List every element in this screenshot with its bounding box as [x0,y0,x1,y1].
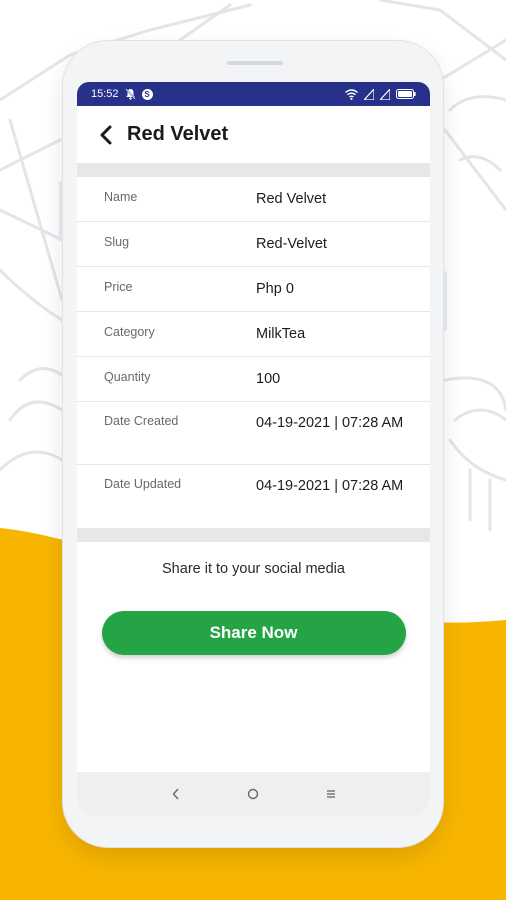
detail-row-category: Category MilkTea [77,312,430,357]
detail-label: Date Created [104,414,179,428]
detail-row-quantity: Quantity 100 [77,357,430,402]
detail-value: 04-19-2021 | 07:28 AM [256,478,404,494]
battery-icon [396,89,416,99]
mute-notification-icon [124,88,136,100]
detail-value: Php 0 [256,280,294,297]
app-header: Red Velvet [77,106,430,163]
detail-value: Red Velvet [256,190,327,207]
detail-label: Price [104,280,133,294]
detail-value: Red-Velvet [256,235,327,252]
phone-speaker [227,61,283,65]
detail-label: Category [104,325,155,339]
status-right [345,88,416,100]
detail-value: MilkTea [256,325,306,342]
signal-icon [380,88,390,100]
phone-side-button [59,181,62,241]
share-now-button[interactable]: Share Now [101,611,406,655]
section-divider [77,163,430,177]
home-nav-icon[interactable] [233,779,273,809]
detail-list: Name Red Velvet Slug Red-Velvet Price Ph… [77,177,430,528]
recents-nav-icon[interactable] [311,779,351,809]
status-time: 15:52 [91,88,119,100]
detail-value: 100 [256,370,281,387]
phone-side-button [444,271,447,331]
status-left: 15:52 S [91,88,153,100]
system-nav-bar [77,772,430,816]
detail-row-date-updated: Date Updated 04-19-2021 | 07:28 AM [77,465,430,528]
detail-row-slug: Slug Red-Velvet [77,222,430,267]
chevron-left-icon[interactable] [99,124,119,146]
status-bar: 15:52 S [77,82,430,106]
share-prompt: Share it to your social media [162,561,345,577]
share-section: Share it to your social media Share Now [77,561,430,655]
page-title: Red Velvet [127,123,229,145]
wifi-icon [345,88,358,100]
detail-row-name: Name Red Velvet [77,177,430,222]
s-badge-icon: S [141,88,153,100]
detail-label: Name [104,190,138,204]
detail-row-price: Price Php 0 [77,267,430,312]
detail-label: Date Updated [104,477,182,491]
signal-icon [364,88,374,100]
section-divider [77,528,430,542]
detail-row-date-created: Date Created 04-19-2021 | 07:28 AM [77,402,430,465]
detail-value: 04-19-2021 | 07:28 AM [256,415,404,431]
detail-label: Slug [104,235,130,249]
back-nav-icon[interactable] [156,779,196,809]
app-screen: 15:52 S Red Velvet Name Red Velvet Slug … [77,82,430,816]
detail-label: Quantity [104,370,151,384]
